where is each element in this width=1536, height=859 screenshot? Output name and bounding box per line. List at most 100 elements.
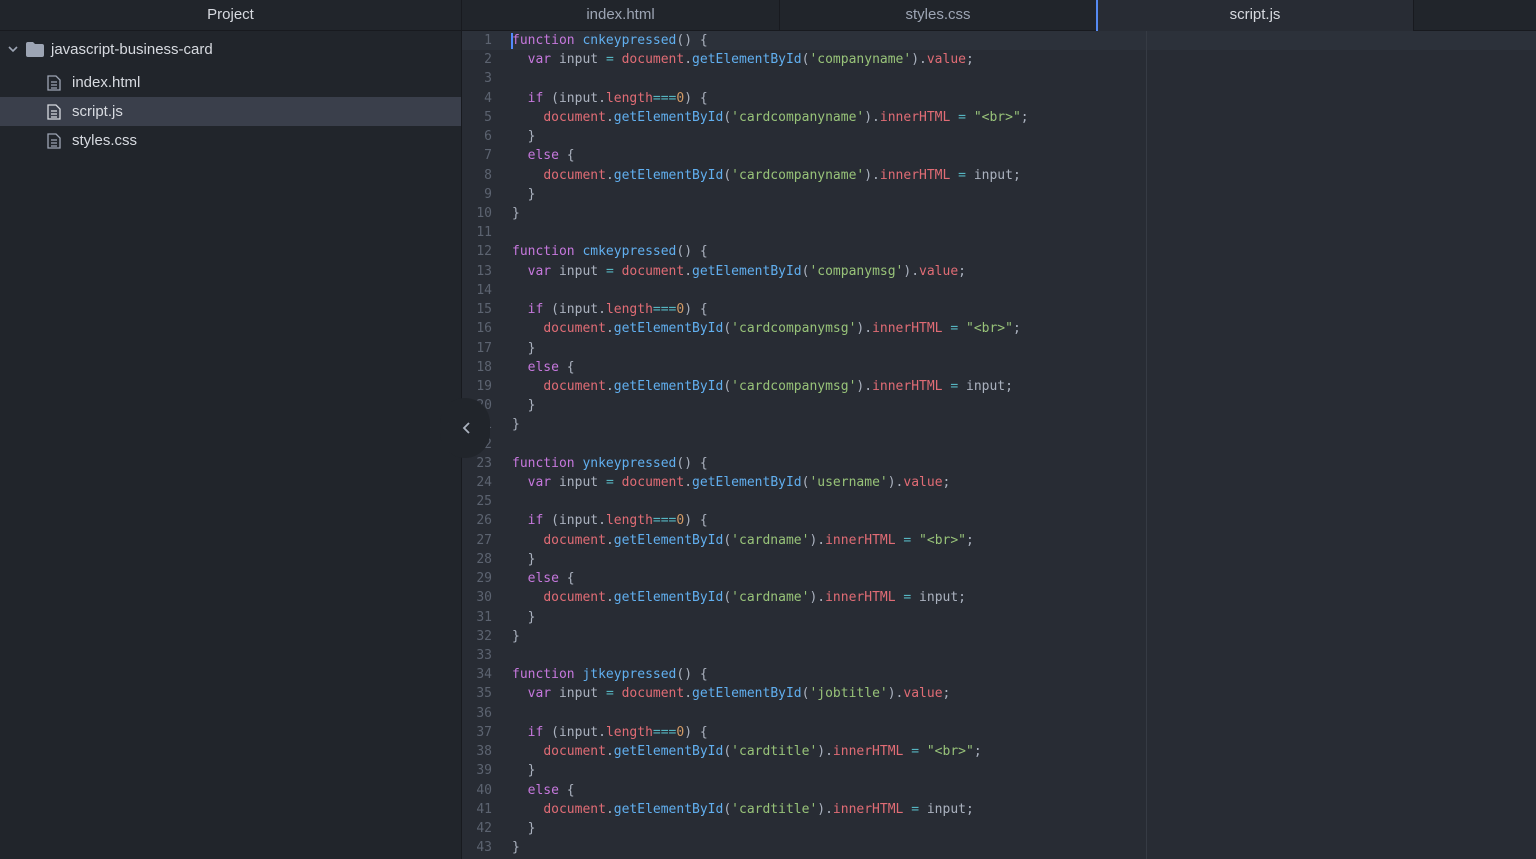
code-line[interactable]: } (512, 550, 1029, 569)
code-token: document (621, 686, 685, 702)
code-line[interactable]: } (512, 819, 1029, 838)
code-token: } (512, 340, 536, 356)
code-line[interactable] (512, 435, 1029, 454)
code-line[interactable]: } (512, 396, 1029, 415)
code-token: . (684, 475, 693, 491)
code-line[interactable]: var input = document.getElementById('com… (512, 50, 1029, 69)
code-token: ; (966, 532, 974, 548)
line-number: 5 (484, 109, 492, 125)
code-token: var (527, 52, 552, 68)
code-token: ) { (684, 513, 708, 529)
code-line[interactable] (512, 69, 1029, 88)
code-token: ( (723, 801, 732, 817)
code-line[interactable]: document.getElementById('cardcompanymsg'… (512, 377, 1029, 396)
collapse-sidebar-button[interactable] (440, 398, 490, 458)
code-line[interactable]: } (512, 838, 1029, 857)
code-token: } (512, 763, 536, 779)
line-number: 13 (476, 263, 492, 279)
tree-file-index-html[interactable]: index.html (0, 68, 461, 97)
code-token: ( (723, 590, 732, 606)
code-token: { (558, 782, 575, 798)
code-token: document (543, 321, 606, 337)
code-content[interactable]: function cnkeypressed() { var input = do… (512, 31, 1029, 857)
code-token: var (527, 686, 552, 702)
line-number: 15 (476, 302, 492, 318)
file-label: index.html (72, 74, 141, 91)
code-token: . (605, 378, 614, 394)
code-line[interactable]: document.getElementById('cardcompanyname… (512, 108, 1028, 127)
code-token: ynkeypressed (582, 455, 677, 471)
code-line[interactable]: } (512, 204, 1029, 223)
code-line[interactable]: document.getElementById('cardcompanymsg'… (512, 319, 1029, 338)
code-line[interactable]: if (input.length===0) { (512, 723, 1029, 742)
code-line[interactable]: function jtkeypressed() { (512, 665, 1029, 684)
code-line[interactable]: } (512, 627, 1029, 646)
code-line[interactable]: document.getElementById('cardtitle').inn… (512, 742, 1029, 761)
code-line[interactable] (512, 223, 1029, 242)
code-line[interactable]: } (512, 185, 1029, 204)
tree-folder-javascript-business-card[interactable]: javascript-business-card (0, 35, 461, 64)
chevron-down-icon[interactable] (7, 35, 19, 64)
chevron-left-icon[interactable] (462, 422, 472, 434)
code-token: var (527, 475, 552, 491)
code-line[interactable]: } (512, 415, 1029, 434)
code-line[interactable] (512, 704, 1029, 723)
code-editor[interactable]: 1234567891011121314151617181920212223242… (462, 31, 1536, 859)
code-line[interactable]: function cmkeypressed() { (512, 242, 1029, 261)
tab-index-html[interactable]: index.html (462, 0, 780, 31)
line-number: 42 (476, 820, 492, 836)
code-line[interactable] (512, 281, 1029, 300)
line-number: 12 (476, 244, 492, 260)
code-token: input; (911, 590, 967, 606)
tree-file-styles-css[interactable]: styles.css (0, 126, 461, 155)
code-token: 'companymsg' (809, 263, 904, 279)
code-line[interactable]: document.getElementById('cardcompanyname… (512, 166, 1029, 185)
code-line[interactable]: var input = document.getElementById('use… (512, 473, 1029, 492)
code-line[interactable]: var input = document.getElementById('job… (512, 684, 1029, 703)
code-line[interactable]: if (input.length===0) { (512, 300, 1029, 319)
code-line[interactable]: if (input.length===0) { (512, 89, 1029, 108)
code-token: input (551, 52, 606, 68)
code-line[interactable]: if (input.length===0) { (512, 511, 1029, 530)
code-line[interactable] (512, 492, 1029, 511)
code-token: function (512, 244, 575, 260)
code-token: ). (817, 801, 833, 817)
line-number: 16 (476, 321, 492, 337)
code-line[interactable]: var input = document.getElementById('com… (512, 262, 1029, 281)
line-number: 36 (476, 705, 492, 721)
code-line[interactable]: document.getElementById('cardname').inne… (512, 588, 1029, 607)
code-token: document (621, 52, 685, 68)
code-line[interactable]: document.getElementById('cardtitle').inn… (512, 800, 1029, 819)
tree-file-script-js[interactable]: script.js (0, 97, 461, 126)
code-token: getElementById (613, 532, 724, 548)
code-line[interactable]: else { (512, 781, 1029, 800)
code-token: document (543, 532, 606, 548)
code-token: getElementById (613, 167, 724, 183)
code-line[interactable]: else { (512, 358, 1029, 377)
wrap-guide (1146, 31, 1147, 859)
code-token: 'cardtitle' (731, 801, 818, 817)
code-line[interactable]: } (512, 127, 1029, 146)
code-token: . (605, 744, 614, 760)
code-line[interactable]: else { (512, 569, 1029, 588)
tab-styles-css[interactable]: styles.css (780, 0, 1097, 31)
code-token: input (551, 475, 606, 491)
tab-script-js[interactable]: script.js (1096, 0, 1414, 32)
code-line[interactable]: function cnkeypressed() { (512, 31, 1029, 50)
code-token: getElementById (613, 378, 724, 394)
code-line[interactable]: function ynkeypressed() { (512, 454, 1029, 473)
code-line[interactable]: } (512, 761, 1029, 780)
code-line[interactable] (512, 646, 1029, 665)
code-token: . (605, 801, 614, 817)
code-line[interactable]: } (512, 339, 1029, 358)
code-token: "<br>" (926, 744, 974, 760)
code-line[interactable]: } (512, 608, 1029, 627)
code-token: ). (809, 590, 826, 606)
code-line[interactable]: else { (512, 146, 1029, 165)
code-token: } (512, 417, 520, 433)
code-line[interactable]: document.getElementById('cardname').inne… (512, 531, 1029, 550)
